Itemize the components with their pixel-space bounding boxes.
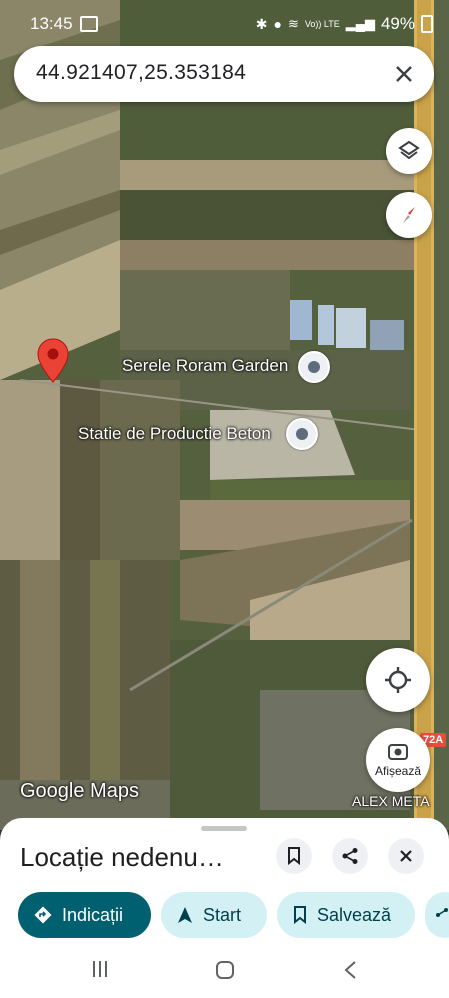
place-title: Locație nedenu… [20, 842, 224, 872]
battery-level: 49% [380, 14, 415, 33]
share-icon [342, 848, 358, 864]
search-query[interactable]: 44.921407,25.353184 [36, 61, 246, 85]
clock: 13:45 [30, 14, 73, 33]
bluetooth-icon: ✱ [255, 15, 268, 32]
poi-marker-icon[interactable] [286, 418, 318, 450]
navigation-icon [178, 907, 192, 923]
show-label: Afișează [374, 764, 422, 778]
directions-label: Indicații [62, 904, 124, 925]
search-bar[interactable]: 44.921407,25.353184 [14, 46, 434, 102]
share-icon [436, 908, 448, 917]
crosshair-icon [385, 667, 411, 693]
clear-search-button[interactable] [384, 54, 424, 94]
network-type: Vo)) LTE [304, 19, 340, 29]
battery-icon [421, 15, 433, 33]
save-label: Salvează [317, 904, 392, 925]
start-button[interactable]: Start [161, 892, 267, 938]
directions-button[interactable]: Indicații [18, 892, 151, 938]
save-place-button[interactable] [276, 838, 312, 874]
company-map-label: ALEX META [352, 793, 430, 809]
home-icon[interactable] [215, 960, 235, 980]
camera-lens-icon [388, 744, 408, 760]
gallery-icon [80, 16, 98, 32]
bookmark-icon [288, 847, 300, 865]
show-lens-button[interactable]: Afișează [366, 728, 430, 792]
location-pin-icon [37, 338, 69, 383]
layers-button[interactable] [386, 128, 432, 174]
start-label: Start [203, 904, 242, 925]
close-sheet-button[interactable] [388, 838, 424, 874]
sheet-drag-handle[interactable] [201, 826, 247, 831]
share-button[interactable] [332, 838, 368, 874]
status-bar: 13:45 ✱ ● ≋ Vo)) LTE ▂▄▆ 49% [0, 0, 449, 50]
bookmark-icon [294, 906, 306, 924]
close-icon [396, 66, 412, 82]
signal-icon: ▂▄▆ [345, 16, 375, 31]
recent-apps-icon[interactable] [91, 960, 109, 978]
compass-icon [403, 207, 415, 223]
wifi-icon: ≋ [287, 16, 299, 31]
poi-label-beton[interactable]: Statie de Productie Beton [78, 424, 271, 444]
back-icon[interactable] [343, 960, 357, 980]
directions-icon [34, 906, 52, 924]
poi-label-serele[interactable]: Serele Roram Garden [122, 356, 288, 376]
layers-icon [398, 140, 420, 160]
close-icon [400, 850, 412, 862]
status-icons: ✱ ● ≋ Vo)) LTE ▂▄▆ 49% [256, 14, 433, 34]
share-chip-button[interactable] [425, 892, 449, 938]
system-navigation-bar [0, 940, 449, 998]
poi-marker-icon[interactable] [298, 351, 330, 383]
save-button[interactable]: Salvează [277, 892, 415, 938]
compass-button[interactable] [386, 192, 432, 238]
location-icon: ● [273, 16, 282, 32]
google-maps-attribution: Google Maps [20, 780, 139, 802]
my-location-button[interactable] [366, 648, 430, 712]
